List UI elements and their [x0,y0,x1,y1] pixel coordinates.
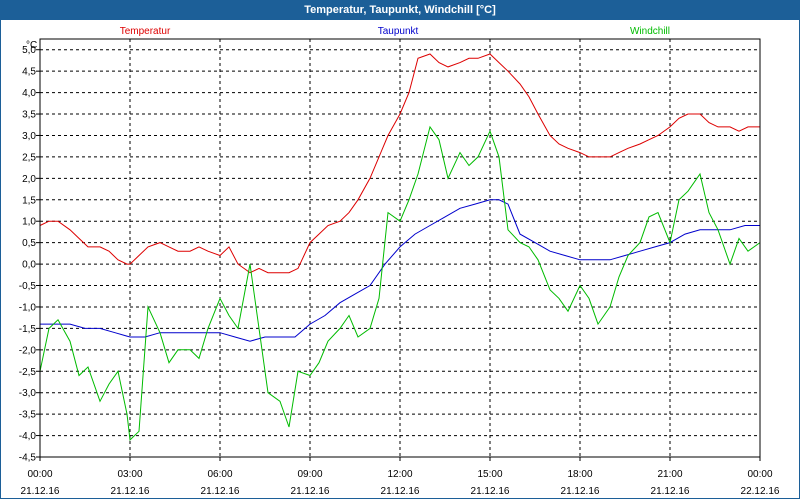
x-tick-time-label: 03:00 [117,469,142,480]
y-tick-label: -3,5 [19,410,37,421]
y-tick-label: 3,0 [22,131,36,142]
y-tick-label: 4,0 [22,88,36,99]
x-tick-date-label: 21.12.16 [201,486,240,497]
y-tick-label: 2,0 [22,174,36,185]
x-tick-date-label: 21.12.16 [291,486,330,497]
y-tick-label: 0,0 [22,260,36,271]
x-tick-time-label: 18:00 [567,469,592,480]
legend-taupunkt: Taupunkt [378,26,419,37]
x-tick-date-label: 21.12.16 [471,486,510,497]
y-tick-label: 3,5 [22,110,36,121]
x-tick-time-label: 15:00 [477,469,502,480]
y-tick-label: -1,5 [19,324,37,335]
window-title: Temperatur, Taupunkt, Windchill [°C] [0,0,800,20]
x-tick-date-label: 21.12.16 [651,486,690,497]
x-tick-date-label: 21.12.16 [561,486,600,497]
x-tick-date-label: 21.12.16 [21,486,60,497]
y-axis-label: °C [26,40,37,51]
legend: Temperatur Taupunkt Windchill [120,26,670,37]
x-tick-time-label: 06:00 [207,469,232,480]
y-tick-label: -1,0 [19,302,37,313]
y-tick-label: -2,0 [19,345,37,356]
x-tick-time-label: 00:00 [27,469,52,480]
y-tick-label: -4,0 [19,431,37,442]
y-tick-label: 1,5 [22,195,36,206]
y-tick-label: -2,5 [19,367,37,378]
x-tick-date-label: 21.12.16 [111,486,150,497]
x-tick-date-label: 22.12.16 [741,486,780,497]
x-tick-date-label: 21.12.16 [381,486,420,497]
line-chart: 5,04,54,03,53,02,52,01,51,00,50,0-0,5-1,… [19,26,780,497]
x-tick-time-label: 09:00 [297,469,322,480]
x-axis-ticks: 00:00 21.12.16 03:00 21.12.16 06:00 21.12.16 0… [21,457,780,497]
x-tick-time-label: 00:00 [747,469,772,480]
x-tick-time-label: 12:00 [387,469,412,480]
y-tick-label: 0,5 [22,238,36,249]
y-tick-label: -3,0 [19,388,37,399]
y-tick-label: -0,5 [19,281,37,292]
legend-windchill: Windchill [630,26,670,37]
y-tick-label: 1,0 [22,217,36,228]
y-tick-label: 2,5 [22,152,36,163]
y-tick-label: 4,5 [22,67,36,78]
y-axis-ticks: 5,04,54,03,53,02,52,01,51,00,50,0-0,5-1,… [19,45,40,464]
legend-temperatur: Temperatur [120,26,171,37]
x-tick-time-label: 21:00 [657,469,682,480]
y-tick-label: -4,5 [19,453,37,464]
